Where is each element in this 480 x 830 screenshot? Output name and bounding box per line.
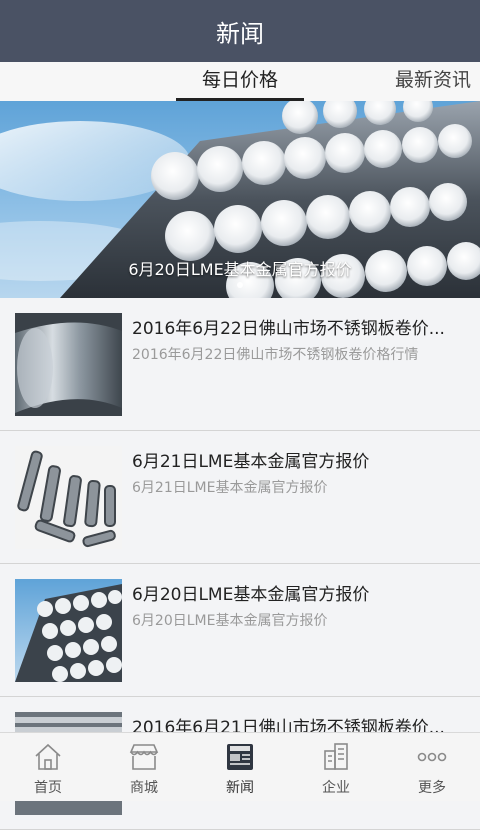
app-header: 新闻 (0, 0, 480, 62)
carousel-dot (237, 282, 243, 288)
news-item[interactable]: 6月20日LME基本金属官方报价 6月20日LME基本金属官方报价 (0, 564, 480, 697)
nav-company[interactable]: 企业 (288, 733, 384, 801)
nav-label: 企业 (322, 780, 350, 796)
nav-more[interactable]: 更多 (384, 733, 480, 801)
news-title: 2016年6月22日佛山市场不锈钢板卷价... (132, 319, 445, 339)
tab-bar: 每日价格 最新资讯 (0, 62, 480, 102)
nav-label: 商城 (130, 780, 158, 796)
tab-latest-news[interactable]: 最新资讯 (395, 62, 471, 101)
steel-bars-thumbnail (15, 579, 122, 682)
nav-news[interactable]: 新闻 (192, 733, 288, 801)
building-icon (324, 743, 348, 770)
news-summary: 2016年6月22日佛山市场不锈钢板卷价格行情 (132, 347, 419, 363)
nav-label: 首页 (34, 780, 62, 796)
carousel-indicator (0, 273, 480, 292)
bottom-navigation: 首页 商城 新闻 企业 更多 (0, 732, 480, 801)
tab-daily-price[interactable]: 每日价格 (176, 62, 304, 101)
nav-store[interactable]: 商城 (96, 733, 192, 801)
nav-label: 新闻 (226, 780, 254, 796)
news-icon (227, 744, 253, 770)
nav-label: 更多 (418, 780, 446, 796)
more-icon (417, 752, 447, 762)
steel-coil-thumbnail (15, 313, 122, 416)
store-icon (129, 744, 159, 770)
news-summary: 6月21日LME基本金属官方报价 (132, 480, 328, 496)
steel-tubes-thumbnail (15, 446, 122, 549)
page-title: 新闻 (216, 19, 264, 48)
news-summary: 6月20日LME基本金属官方报价 (132, 613, 328, 629)
nav-home[interactable]: 首页 (0, 733, 96, 801)
home-icon (35, 743, 61, 770)
news-title: 6月21日LME基本金属官方报价 (132, 452, 370, 472)
banner-carousel[interactable]: 6月20日LME基本金属官方报价 (0, 101, 480, 298)
news-title: 6月20日LME基本金属官方报价 (132, 585, 370, 605)
news-item[interactable]: 6月21日LME基本金属官方报价 6月21日LME基本金属官方报价 (0, 431, 480, 564)
news-item[interactable]: 2016年6月22日佛山市场不锈钢板卷价... 2016年6月22日佛山市场不锈… (0, 298, 480, 431)
